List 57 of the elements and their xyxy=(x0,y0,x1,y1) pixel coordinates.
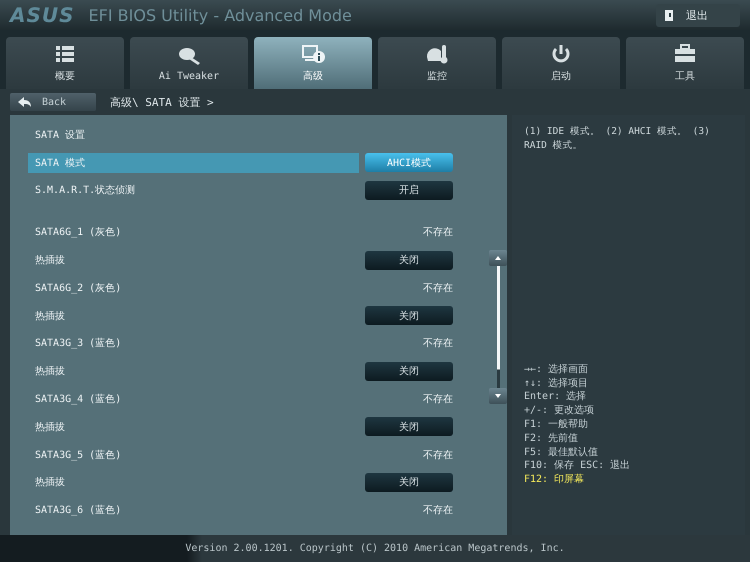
setting-label: SATA3G_3 (蓝色) xyxy=(34,336,122,352)
door-icon xyxy=(664,8,676,22)
key-hint: ↑↓: 选择项目 xyxy=(524,376,590,390)
key-hint: F12: 印屏幕 xyxy=(524,473,586,487)
key-hint: →←: 选择画面 xyxy=(524,362,590,377)
tab[interactable]: Ai Tweaker xyxy=(130,37,248,89)
down-triangle-icon xyxy=(495,394,501,398)
setting-label: SATA6G_2 (灰色) xyxy=(34,282,122,296)
logo: ASUS xyxy=(10,3,75,27)
back-arrow-icon xyxy=(18,96,32,108)
status-value: 不存在 xyxy=(422,337,453,350)
status-value: 不存在 xyxy=(422,282,453,295)
status-value: 不存在 xyxy=(422,448,453,462)
setting-button[interactable]: 关闭 xyxy=(365,417,453,436)
breadcrumb: 高级\ SATA 设置 > xyxy=(110,94,214,110)
tab[interactable]: 概要 xyxy=(6,37,124,89)
setting-label: SATA3G_4 (蓝色) xyxy=(34,392,122,408)
tab[interactable]: 启动 xyxy=(502,37,620,89)
status-value: 不存在 xyxy=(422,226,453,240)
setting-button[interactable]: 关闭 xyxy=(365,472,453,492)
scrollbar[interactable] xyxy=(496,266,500,388)
setting-label[interactable]: 热插拔 xyxy=(28,416,359,437)
setting-label[interactable]: 热插拔 xyxy=(28,250,359,270)
status-value: 不存在 xyxy=(422,393,453,406)
help-text: (1) IDE 模式。 (2) AHCI 模式。 (3) RAID 模式。 xyxy=(524,125,711,153)
key-hint: F1: 一般帮助 xyxy=(524,418,590,432)
setting-label: SATA6G_1 (灰色) xyxy=(34,226,122,240)
scroll-down-button[interactable] xyxy=(489,388,507,404)
key-hint: F2: 先前值 xyxy=(524,432,580,446)
key-hint: +/-: 更改选项 xyxy=(524,404,596,418)
key-hint: F10: 保存 ESC: 退出 xyxy=(524,459,632,474)
tab[interactable]: 监控 xyxy=(378,37,496,89)
setting-label[interactable]: S.M.A.R.T.状态侦测 xyxy=(28,180,359,200)
tab[interactable]: 工具 xyxy=(626,37,744,89)
version-text: Version 2.00.1201. Copyright (C) 2010 American Megatrends, Inc. xyxy=(185,543,565,554)
setting-button[interactable]: 开启 xyxy=(365,180,453,200)
setting-label: SATA3G_6 (蓝色) xyxy=(34,504,122,518)
tab[interactable]: 高级 xyxy=(254,37,372,89)
status-value: 不存在 xyxy=(422,504,453,518)
setting-label[interactable]: 热插拔 xyxy=(28,306,359,326)
setting-label[interactable]: 热插拔 xyxy=(28,472,359,492)
setting-button[interactable]: 关闭 xyxy=(365,306,453,326)
exit-button[interactable]: 退出 xyxy=(656,4,740,26)
section-title: SATA 设置 xyxy=(34,128,86,142)
setting-button[interactable]: 关闭 xyxy=(365,362,453,381)
key-hint: F5: 最佳默认值 xyxy=(524,446,600,460)
window-title: EFI BIOS Utility - Advanced Mode xyxy=(88,6,353,24)
setting-label: SATA3G_5 (蓝色) xyxy=(34,448,122,463)
monitor-info-icon xyxy=(300,43,326,65)
setting-label[interactable]: 热插拔 xyxy=(28,361,359,382)
key-hint: Enter: 选择 xyxy=(524,390,588,404)
setting-button[interactable]: 关闭 xyxy=(365,250,453,270)
up-triangle-icon xyxy=(495,256,501,260)
back-button[interactable]: Back xyxy=(10,93,96,111)
toolbox-icon xyxy=(672,43,698,65)
scroll-up-button[interactable] xyxy=(489,250,507,266)
thermometer-icon xyxy=(424,43,450,65)
